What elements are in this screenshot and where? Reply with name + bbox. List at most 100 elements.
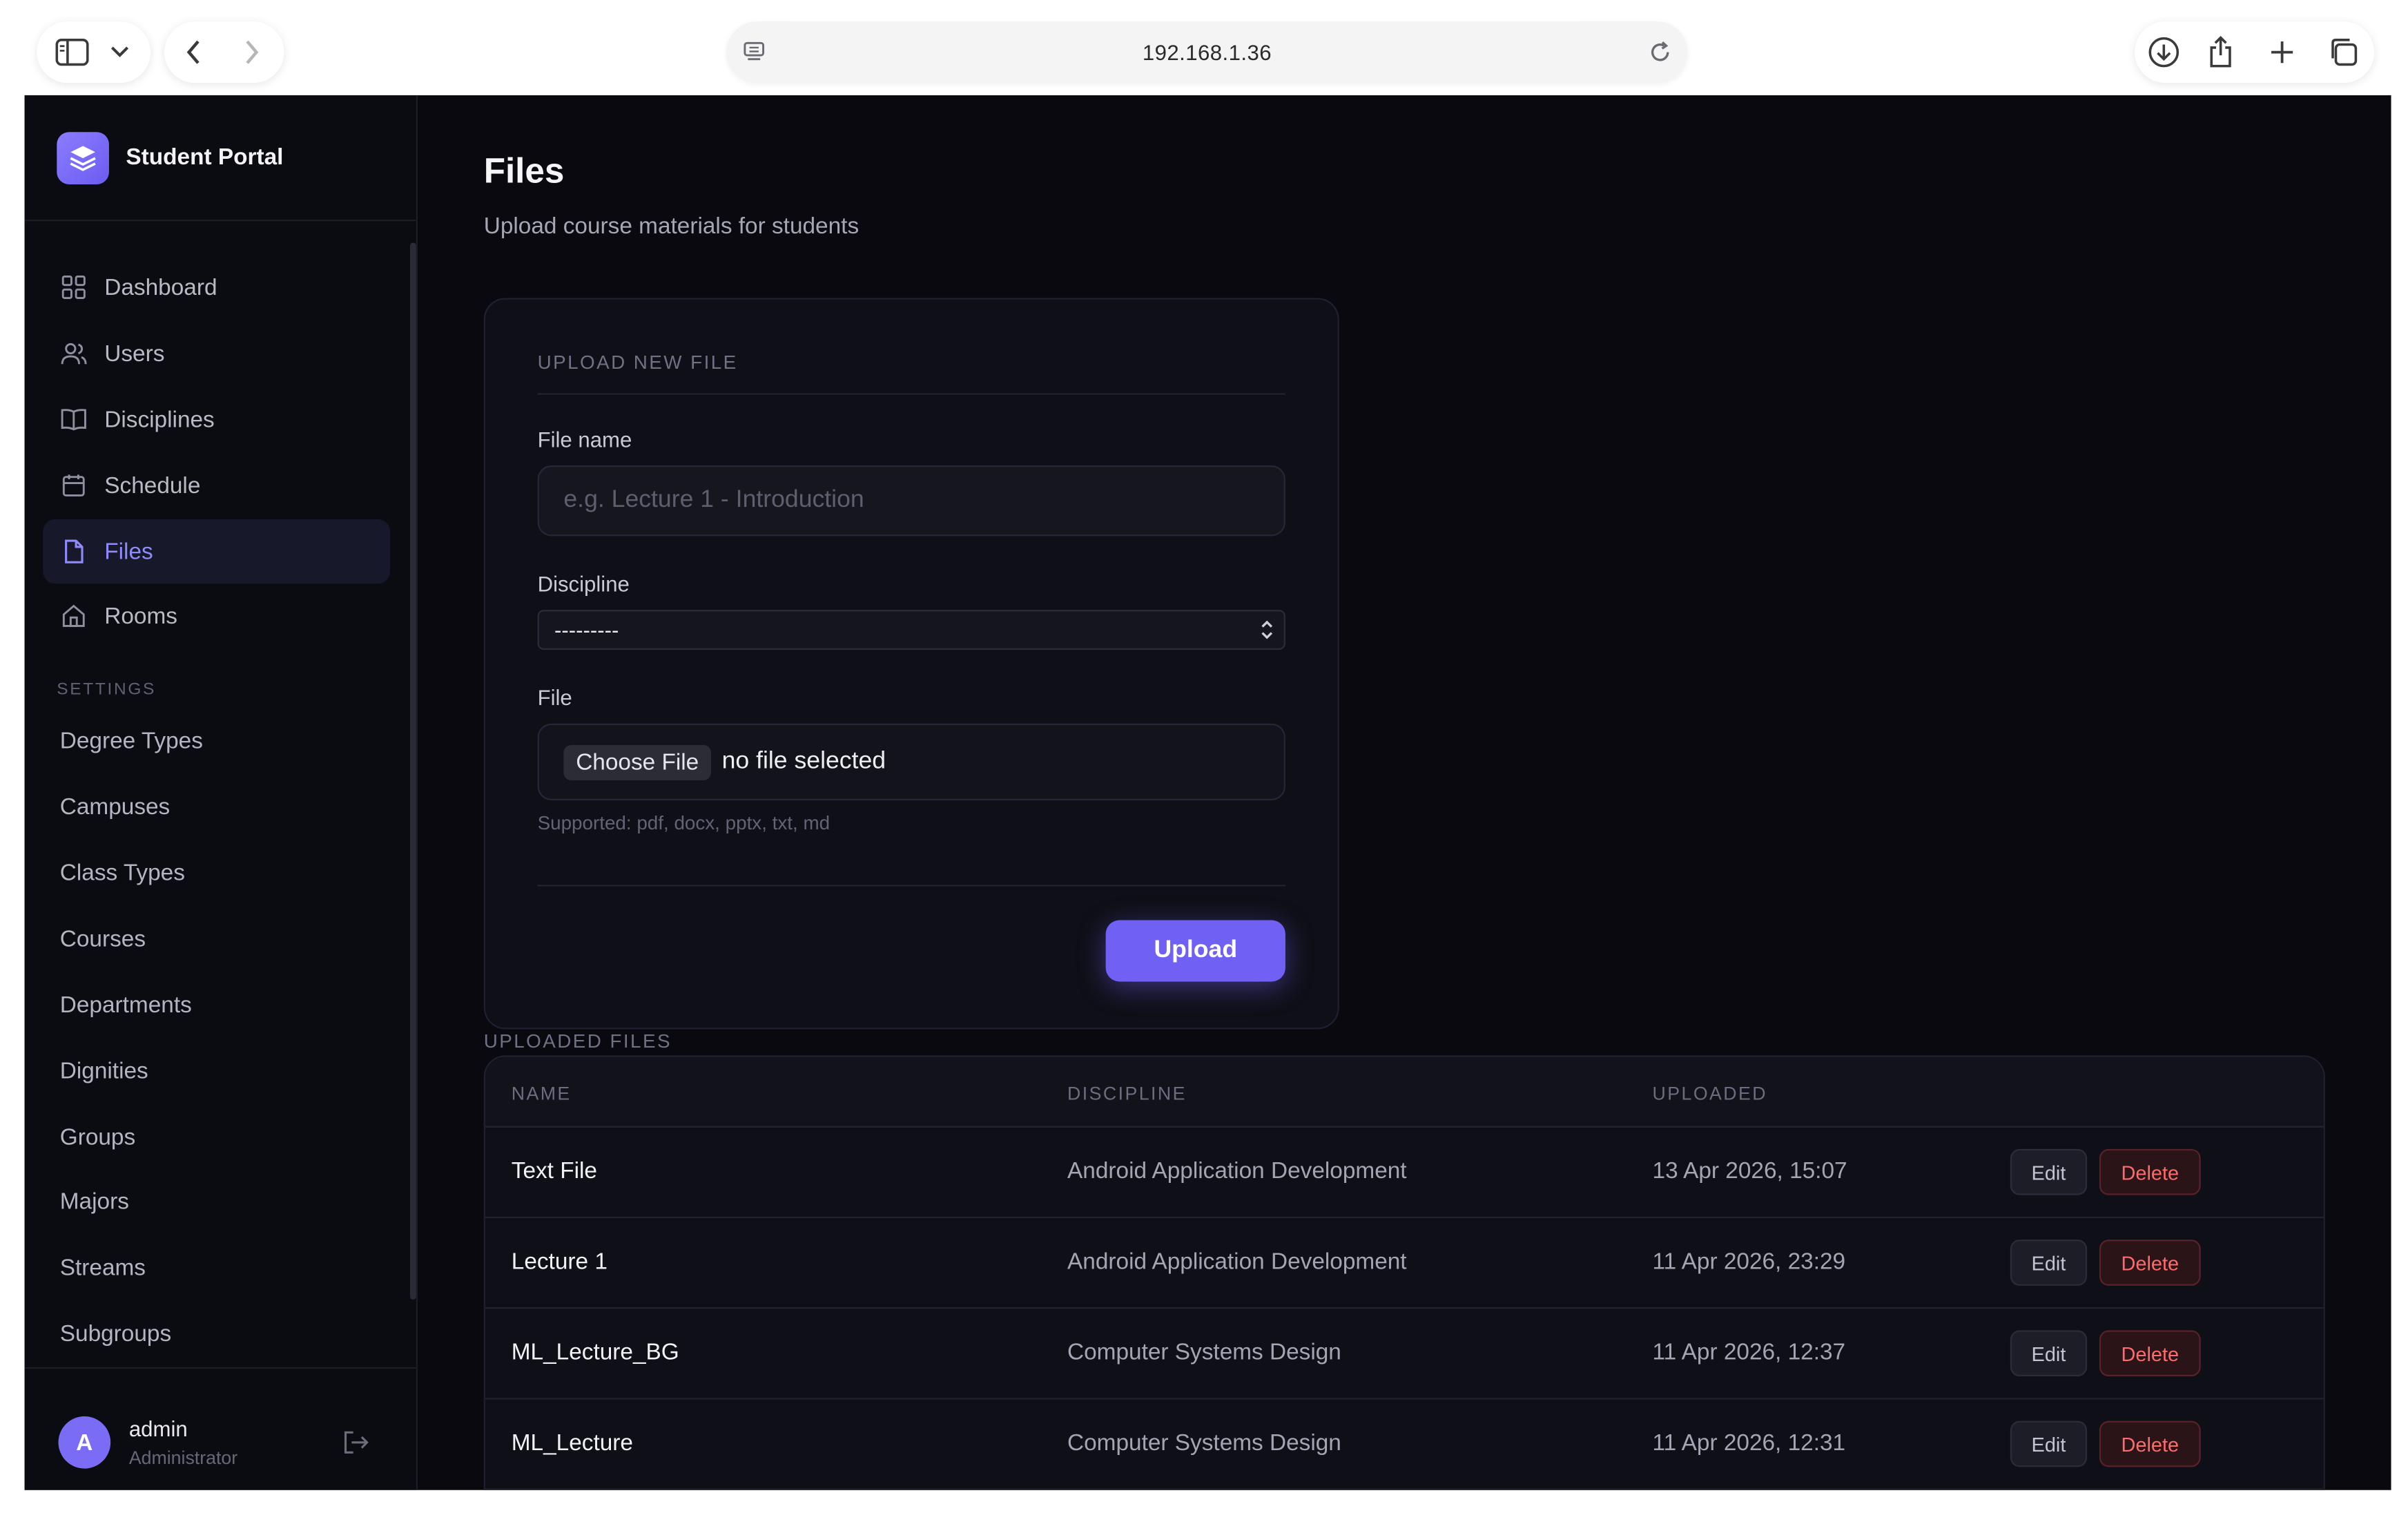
- divider: [537, 885, 1285, 887]
- page-settings-icon[interactable]: [741, 40, 766, 65]
- delete-button[interactable]: Delete: [2099, 1240, 2201, 1286]
- browser-actions-group: [2135, 21, 2375, 84]
- column-header-uploaded[interactable]: UPLOADED: [1653, 1083, 1767, 1104]
- file-name[interactable]: Lecture 1: [512, 1249, 608, 1275]
- page-subtitle: Upload course materials for students: [483, 213, 860, 240]
- file-uploaded-date: 11 Apr 2026, 12:31: [1652, 1430, 1846, 1456]
- table-row: Lecture 1 Android Application Developmen…: [485, 1218, 2324, 1309]
- divider: [537, 393, 1285, 395]
- address-bar[interactable]: 192.168.1.36: [726, 21, 1688, 84]
- sidebar-item-groups[interactable]: Groups: [60, 1124, 135, 1150]
- file-label: File: [537, 685, 572, 710]
- layers-logo-icon: [57, 131, 109, 184]
- grid-icon: [60, 273, 88, 301]
- user-profile: A admin Administrator: [24, 1367, 416, 1490]
- user-name: admin: [128, 1416, 188, 1441]
- table-row: Text File Android Application Developmen…: [485, 1128, 2324, 1219]
- discipline-label: Discipline: [537, 571, 630, 597]
- sidebar-item-dignities[interactable]: Dignities: [60, 1059, 148, 1085]
- edit-button[interactable]: Edit: [2010, 1240, 2088, 1286]
- edit-button[interactable]: Edit: [2010, 1420, 2088, 1467]
- back-icon[interactable]: [186, 40, 201, 65]
- sidebar-item-campuses[interactable]: Campuses: [60, 794, 171, 820]
- edit-button[interactable]: Edit: [2010, 1330, 2088, 1377]
- sidebar-item-majors[interactable]: Majors: [60, 1189, 129, 1215]
- edit-button[interactable]: Edit: [2010, 1148, 2088, 1195]
- sidebar-item-degree-types[interactable]: Degree Types: [60, 728, 203, 754]
- no-file-text: no file selected: [721, 748, 886, 775]
- table-row: ML_Lecture Computer Systems Design 11 Ap…: [485, 1400, 2324, 1490]
- delete-button[interactable]: Delete: [2099, 1420, 2201, 1467]
- file-name[interactable]: Text File: [512, 1158, 597, 1184]
- file-name[interactable]: ML_Lecture_BG: [512, 1340, 679, 1366]
- supported-formats-hint: Supported: pdf, docx, pptx, txt, md: [537, 812, 831, 834]
- upload-button[interactable]: Upload: [1105, 920, 1285, 982]
- column-header-discipline[interactable]: DISCIPLINE: [1067, 1083, 1187, 1104]
- sidebar-toggle-icon[interactable]: [55, 39, 89, 66]
- table-row: ML_Lecture_BG Computer Systems Design 11…: [485, 1309, 2324, 1400]
- chevron-down-icon[interactable]: [110, 46, 129, 59]
- sidebar-item-users[interactable]: Users: [43, 321, 390, 385]
- file-name-input[interactable]: [537, 465, 1285, 537]
- file-icon: [60, 538, 88, 566]
- sidebar-item-class-types[interactable]: Class Types: [60, 860, 185, 887]
- history-nav-group: [164, 21, 284, 84]
- sidebar-item-label: Disciplines: [104, 406, 215, 433]
- discipline-selected-value: ---------: [554, 617, 619, 642]
- sidebar-item-subgroups[interactable]: Subgroups: [60, 1321, 171, 1347]
- users-icon: [60, 340, 88, 367]
- sidebar-item-rooms[interactable]: Rooms: [43, 584, 390, 648]
- upload-section-title: UPLOAD NEW FILE: [537, 351, 738, 374]
- sidebar-item-disciplines[interactable]: Disciplines: [43, 387, 390, 452]
- sidebar-toggle-group: [37, 21, 151, 84]
- forward-icon[interactable]: [244, 40, 260, 65]
- table-header: NAME DISCIPLINE UPLOADED: [485, 1057, 2324, 1128]
- files-table: NAME DISCIPLINE UPLOADED Text File Andro…: [483, 1055, 2325, 1490]
- page-title: Files: [483, 151, 565, 191]
- app-window: Student Portal Dashboard Users Disciplin…: [24, 95, 2391, 1490]
- file-uploaded-date: 11 Apr 2026, 12:37: [1652, 1339, 1846, 1366]
- delete-button[interactable]: Delete: [2099, 1330, 2201, 1377]
- share-icon[interactable]: [2207, 35, 2235, 69]
- uploaded-files-title: UPLOADED FILES: [483, 1030, 672, 1052]
- choose-file-button[interactable]: Choose File: [563, 744, 712, 780]
- url-text[interactable]: 192.168.1.36: [1143, 40, 1272, 65]
- sidebar-item-label: Users: [104, 340, 165, 367]
- logout-icon[interactable]: [342, 1430, 370, 1463]
- sidebar-item-departments[interactable]: Departments: [60, 992, 192, 1019]
- brand-name: Student Portal: [126, 144, 284, 171]
- sidebar-item-label: Schedule: [104, 472, 201, 499]
- sidebar-scrollbar[interactable]: [409, 242, 416, 1300]
- sidebar-item-streams[interactable]: Streams: [60, 1255, 146, 1281]
- chevron-up-down-icon: [1259, 617, 1274, 646]
- avatar[interactable]: A: [58, 1416, 111, 1469]
- delete-button[interactable]: Delete: [2099, 1148, 2201, 1195]
- file-discipline: Android Application Development: [1067, 1158, 1407, 1185]
- sidebar-item-label: Dashboard: [104, 274, 217, 300]
- reload-icon[interactable]: [1648, 40, 1673, 65]
- home-icon: [60, 602, 88, 630]
- sidebar-item-files[interactable]: Files: [43, 519, 391, 584]
- discipline-select[interactable]: ---------: [537, 610, 1285, 650]
- sidebar-item-schedule[interactable]: Schedule: [43, 453, 390, 517]
- sidebar-item-label: Files: [104, 538, 153, 565]
- file-discipline: Computer Systems Design: [1067, 1339, 1341, 1366]
- brand[interactable]: Student Portal: [24, 95, 416, 222]
- calendar-icon: [60, 472, 88, 499]
- sidebar-item-label: Rooms: [104, 603, 177, 629]
- sidebar-item-dashboard[interactable]: Dashboard: [43, 255, 390, 319]
- file-name-label: File name: [537, 427, 632, 452]
- sidebar-item-courses[interactable]: Courses: [60, 926, 146, 952]
- user-role: Administrator: [128, 1447, 238, 1469]
- column-header-name[interactable]: NAME: [512, 1083, 572, 1104]
- tabs-overview-icon[interactable]: [2327, 35, 2360, 69]
- file-input[interactable]: Choose File no file selected: [537, 723, 1285, 800]
- new-tab-icon[interactable]: [2269, 39, 2296, 66]
- file-uploaded-date: 13 Apr 2026, 15:07: [1652, 1158, 1847, 1185]
- file-discipline: Android Application Development: [1067, 1249, 1407, 1275]
- file-name[interactable]: ML_Lecture: [512, 1430, 633, 1456]
- sidebar: Student Portal Dashboard Users Disciplin…: [24, 95, 418, 1490]
- settings-section-title: SETTINGS: [57, 680, 157, 700]
- browser-toolbar: 192.168.1.36: [0, 0, 2408, 95]
- download-icon[interactable]: [2147, 35, 2181, 69]
